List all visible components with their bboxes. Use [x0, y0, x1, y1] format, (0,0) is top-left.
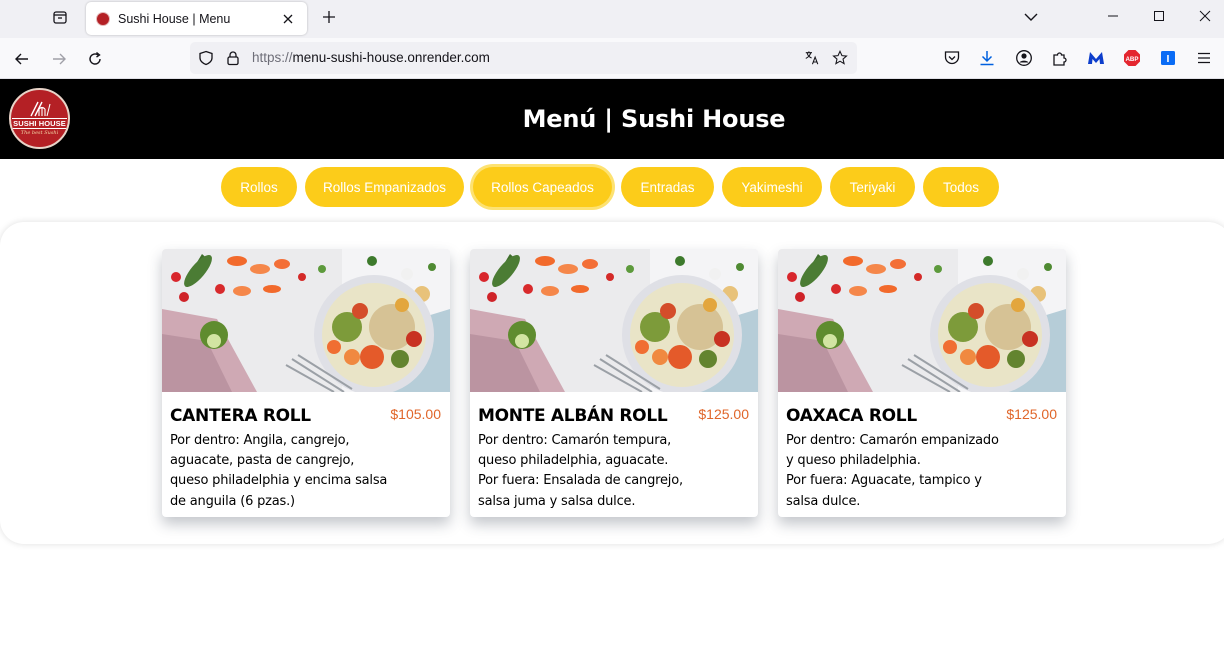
translate-icon[interactable] — [804, 50, 820, 66]
menu-item-card[interactable]: OAXACA ROLL $125.00 Por dentro: Camarón … — [778, 249, 1066, 517]
arrow-left-icon — [15, 53, 28, 65]
category-nav: Rollos Rollos Empanizados Rollos Capeado… — [0, 167, 1224, 207]
firefox-view-icon — [53, 11, 67, 24]
menu-item-price: $125.00 — [1006, 406, 1057, 422]
page-title: Menú | Sushi House — [522, 105, 786, 133]
maximize-icon — [1154, 11, 1164, 21]
browser-tab-active[interactable]: Sushi House | Menu — [86, 2, 307, 35]
shield-icon[interactable] — [198, 50, 214, 66]
category-rollos-capeados-button[interactable]: Rollos Capeados — [473, 167, 612, 207]
category-entradas-button[interactable]: Entradas — [621, 167, 714, 207]
back-button[interactable] — [10, 47, 34, 71]
site-header: SUSHI HOUSE The best Sushi Menú | Sushi … — [0, 79, 1224, 159]
list-all-tabs-button[interactable] — [1020, 6, 1042, 28]
url-text[interactable]: https://menu-sushi-house.onrender.com — [252, 50, 490, 65]
arrow-right-icon — [53, 53, 66, 65]
plus-icon — [323, 11, 335, 23]
downloads-icon[interactable] — [977, 48, 997, 68]
url-host: menu-sushi-house.onrender.com — [292, 50, 490, 65]
new-tab-button[interactable] — [318, 6, 340, 28]
chevron-down-icon — [1024, 13, 1038, 21]
menu-item-description: Por dentro: Angila, cangrejo, aguacate, … — [170, 433, 388, 509]
malwarebytes-icon[interactable] — [1086, 48, 1106, 68]
pocket-icon[interactable] — [942, 48, 962, 68]
category-todos-button[interactable]: Todos — [923, 167, 999, 207]
firefox-view-button[interactable] — [46, 6, 74, 28]
menu-item-description: Por dentro: Camarón empanizado y queso p… — [786, 433, 999, 509]
browser-tab-bar: Sushi House | Menu — [0, 0, 1224, 38]
forward-button[interactable] — [47, 47, 71, 71]
minimize-window-button[interactable] — [1098, 4, 1128, 28]
sushi-house-favicon-icon — [96, 11, 110, 26]
menu-item-card[interactable]: CANTERA ROLL $105.00 Por dentro: Angila,… — [162, 249, 450, 517]
dish-image — [162, 249, 450, 392]
category-yakimeshi-button[interactable]: Yakimeshi — [722, 167, 822, 207]
close-window-button[interactable] — [1190, 4, 1220, 28]
menu-item-description: Por dentro: Camarón tempura, queso phila… — [478, 433, 683, 509]
reload-icon — [89, 51, 101, 65]
menu-item-name: OAXACA ROLL — [786, 406, 917, 426]
url-protocol: https:// — [252, 50, 293, 65]
menu-item-price: $105.00 — [390, 406, 441, 422]
close-icon — [1199, 10, 1211, 22]
menu-item-name: MONTE ALBÁN ROLL — [478, 406, 668, 426]
extensions-puzzle-icon[interactable] — [1050, 48, 1070, 68]
reload-button[interactable] — [83, 47, 107, 71]
minimize-icon — [1108, 15, 1118, 17]
bookmark-star-icon[interactable] — [832, 50, 848, 66]
category-teriyaki-button[interactable]: Teriyaki — [830, 167, 915, 207]
close-tab-icon[interactable] — [279, 10, 297, 28]
svg-text:ABP: ABP — [1125, 56, 1138, 63]
lock-icon[interactable] — [225, 50, 241, 66]
menu-item-price: $125.00 — [698, 406, 749, 422]
blue-extension-icon[interactable]: I — [1158, 48, 1178, 68]
menu-item-name: CANTERA ROLL — [170, 406, 311, 426]
address-bar[interactable]: https://menu-sushi-house.onrender.com — [190, 42, 857, 74]
category-rollos-button[interactable]: Rollos — [221, 167, 297, 207]
dish-image — [778, 249, 1066, 392]
hamburger-menu-icon[interactable] — [1194, 48, 1214, 68]
browser-navigation-bar: https://menu-sushi-house.onrender.com AB… — [0, 38, 1224, 79]
dish-image — [470, 249, 758, 392]
maximize-window-button[interactable] — [1144, 4, 1174, 28]
svg-text:I: I — [1167, 53, 1170, 65]
tab-title: Sushi House | Menu — [118, 11, 231, 26]
account-icon[interactable] — [1014, 48, 1034, 68]
adblock-plus-icon[interactable]: ABP — [1122, 48, 1142, 68]
category-rollos-empanizados-button[interactable]: Rollos Empanizados — [305, 167, 464, 207]
menu-item-card[interactable]: MONTE ALBÁN ROLL $125.00 Por dentro: Cam… — [470, 249, 758, 517]
